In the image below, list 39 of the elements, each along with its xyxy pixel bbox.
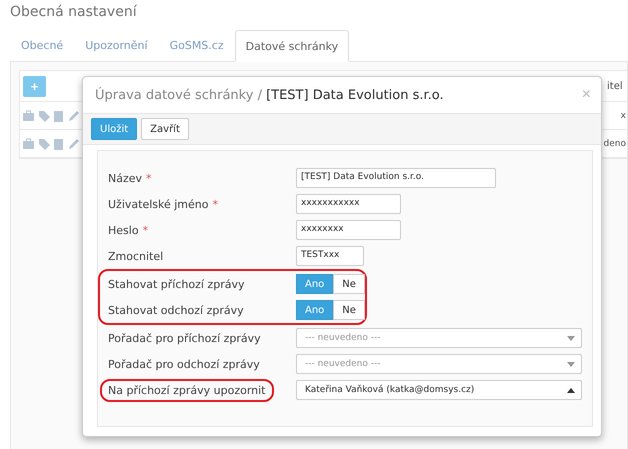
field-label: Uživatelské jméno [108, 198, 208, 210]
required-mark: * [212, 198, 218, 210]
tab[interactable]: Upozornění [74, 30, 159, 61]
input-field[interactable]: xxxxxxxx [296, 220, 401, 240]
tab[interactable]: Obecné [10, 30, 74, 61]
select-field[interactable]: --- neuvedeno --- [296, 328, 582, 348]
field-label: Na příchozí zprávy upozornit [100, 378, 274, 402]
select-field[interactable]: Kateřina Vaňková (katka@domsys.cz) [296, 380, 582, 400]
tab[interactable]: Datové schránky [234, 30, 350, 62]
modal-title: Úprava datové schránky / [TEST] Data Evolution s.r.o. [95, 88, 444, 102]
close-button[interactable]: Zavřít [141, 118, 189, 140]
toggle-option[interactable]: Ne [333, 274, 365, 294]
tab[interactable]: GoSMS.cz [158, 30, 235, 61]
toggle-option[interactable]: Ano [296, 274, 334, 294]
input-field[interactable]: [TEST] Data Evolution s.r.o. [296, 168, 496, 188]
caret-icon [567, 388, 575, 392]
select-field[interactable]: --- neuvedeno --- [296, 354, 582, 374]
field-label: Zmocnitel [108, 250, 164, 262]
column-header: itel [607, 80, 624, 92]
input-field[interactable]: xxxxxxxxxxx [296, 194, 401, 214]
field-label: Pořadač pro odchozí zprávy [108, 358, 260, 370]
save-button[interactable]: Uložit [91, 118, 138, 140]
field-label: Název [108, 172, 142, 184]
input-field[interactable]: TESTxxx [296, 246, 364, 266]
field-label: Stahovat odchozí zprávy [108, 304, 244, 316]
required-mark: * [142, 224, 148, 236]
field-label: Pořadač pro příchozí zprávy [108, 332, 261, 344]
table-cell: x [620, 110, 627, 120]
close-button[interactable]: × [582, 86, 591, 104]
page-title: Obecná nastavení [9, 3, 138, 22]
toggle-option[interactable]: Ano [296, 300, 334, 320]
add-button[interactable]: + [23, 76, 46, 96]
required-mark: * [146, 172, 152, 184]
field-label: Stahovat příchozí zprávy [108, 278, 244, 290]
caret-icon [567, 362, 575, 366]
table-cell: deno [604, 138, 627, 148]
field-label: Heslo [108, 224, 139, 236]
caret-icon [567, 336, 575, 340]
toggle-option[interactable]: Ne [333, 300, 365, 320]
